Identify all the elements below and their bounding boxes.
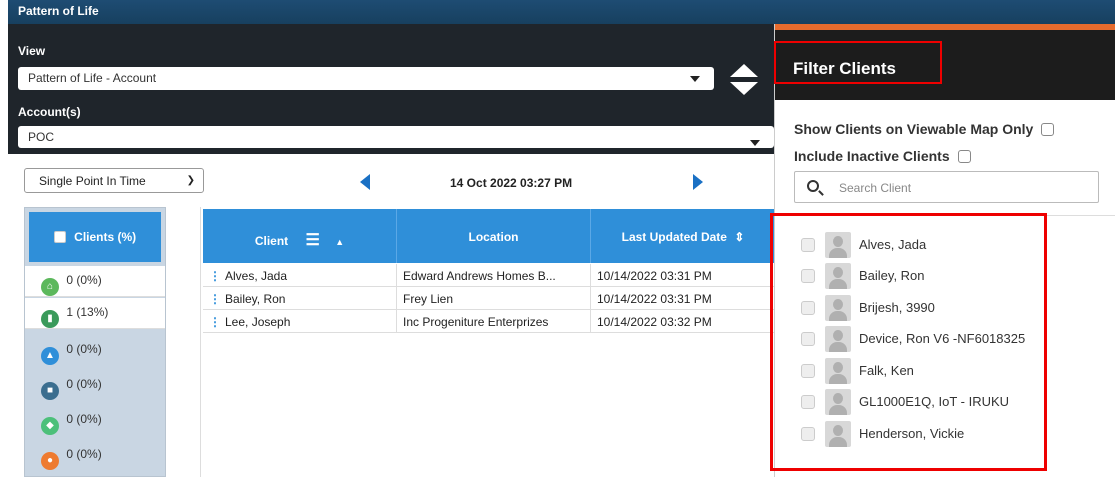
accounts-select[interactable]: POC xyxy=(18,126,774,148)
category-count: 1 (13%) xyxy=(66,305,109,319)
category-row[interactable]: ■ 0 (0%) xyxy=(25,370,165,401)
column-location-label: Location xyxy=(468,230,519,244)
table-row[interactable]: ⋮ Lee, Joseph Inc Progeniture Enterprizes… xyxy=(203,310,775,333)
category-row[interactable]: ▲ 0 (0%) xyxy=(25,335,165,366)
clients-percent-label: Clients (%) xyxy=(74,230,137,244)
category-count: 0 (0%) xyxy=(66,447,102,461)
cell-location: Inc Progeniture Enterprizes xyxy=(397,310,591,333)
category-row[interactable]: ⌂ 0 (0%) xyxy=(25,266,165,297)
column-header-location[interactable]: Location xyxy=(397,209,591,263)
cell-updated: 10/14/2022 03:32 PM xyxy=(597,315,712,329)
highlight-box-client-list xyxy=(770,213,1047,471)
graduation-cap-icon: ▲ xyxy=(41,347,59,365)
view-select[interactable]: Pattern of Life - Account xyxy=(18,67,714,90)
next-time-icon[interactable] xyxy=(693,174,703,190)
row-menu-icon[interactable]: ⋮ xyxy=(209,315,221,329)
tag-icon: ◆ xyxy=(41,417,59,435)
cell-client: ⋮ Bailey, Ron xyxy=(203,287,397,310)
category-count: 0 (0%) xyxy=(66,342,102,356)
accounts-select-value: POC xyxy=(28,130,55,144)
include-inactive-label: Include Inactive Clients xyxy=(794,148,950,164)
arrow-down-icon[interactable] xyxy=(730,82,758,95)
sort-up-icon[interactable]: ▲ xyxy=(335,237,344,247)
previous-time-icon[interactable] xyxy=(360,174,370,190)
pill-icon: ● xyxy=(41,452,59,470)
cell-updated: 10/14/2022 03:31 PM xyxy=(597,269,712,283)
accounts-label: Account(s) xyxy=(18,105,81,119)
cell-client: ⋮ Lee, Joseph xyxy=(203,310,397,333)
chevron-down-icon: ❯ xyxy=(186,175,195,186)
column-client-label: Client xyxy=(254,234,289,248)
row-menu-icon[interactable]: ⋮ xyxy=(209,292,221,306)
include-inactive-option[interactable]: Include Inactive Clients xyxy=(794,148,971,164)
column-header-updated[interactable]: Last Updated Date ⇕ xyxy=(591,209,775,263)
window-title: Pattern of Life xyxy=(8,0,1115,24)
category-row[interactable]: ◆ 0 (0%) xyxy=(25,405,165,436)
client-name: Bailey, Ron xyxy=(225,292,286,306)
search-client-input[interactable]: Search Client xyxy=(794,171,1099,203)
view-header-panel: View Pattern of Life - Account Account(s… xyxy=(8,24,774,154)
current-date: 14 Oct 2022 03:27 PM xyxy=(450,176,573,190)
client-name: Alves, Jada xyxy=(225,269,288,283)
client-name: Lee, Joseph xyxy=(225,315,291,329)
column-updated-label: Last Updated Date xyxy=(621,230,727,244)
select-all-checkbox[interactable] xyxy=(53,231,66,243)
category-count: 0 (0%) xyxy=(66,377,102,391)
chevron-down-icon xyxy=(690,76,700,82)
table-row[interactable]: ⋮ Bailey, Ron Frey Lien 10/14/2022 03:31 … xyxy=(203,287,775,310)
search-placeholder: Search Client xyxy=(839,181,912,195)
clients-percent-header[interactable]: Clients (%) xyxy=(29,212,161,262)
view-select-value: Pattern of Life - Account xyxy=(28,71,157,85)
home-icon: ⌂ xyxy=(41,278,59,296)
cell-location: Edward Andrews Homes B... xyxy=(397,264,591,287)
table-row[interactable]: ⋮ Alves, Jada Edward Andrews Homes B... 1… xyxy=(203,264,775,287)
show-viewable-checkbox[interactable] xyxy=(1041,123,1055,136)
highlight-box-title xyxy=(774,41,942,84)
building-icon: ▮ xyxy=(41,310,59,328)
row-menu-icon[interactable]: ⋮ xyxy=(209,269,221,283)
time-mode-value: Single Point In Time xyxy=(39,174,146,188)
category-column: Clients (%) ⌂ 0 (0%) ▮ 1 (13%) ▲ 0 (0%) … xyxy=(24,207,166,477)
sort-arrows-icon[interactable] xyxy=(730,64,760,98)
cell-client: ⋮ Alves, Jada xyxy=(203,264,397,287)
include-inactive-checkbox[interactable] xyxy=(957,150,971,163)
arrow-up-icon[interactable] xyxy=(730,64,758,77)
pattern-of-life-app: Pattern of Life View Pattern of Life - A… xyxy=(0,0,1115,477)
filter-icon[interactable]: ☰ xyxy=(306,232,320,249)
view-label: View xyxy=(18,44,46,58)
show-viewable-label: Show Clients on Viewable Map Only xyxy=(794,121,1034,137)
table-header: Client ☰ ▲ Location Last Updated Date ⇕ xyxy=(203,209,775,263)
time-mode-select[interactable]: Single Point In Time ❯ xyxy=(24,168,204,193)
category-row[interactable]: ▮ 1 (13%) xyxy=(25,298,165,329)
category-row[interactable]: ● 0 (0%) xyxy=(25,440,165,471)
show-viewable-option[interactable]: Show Clients on Viewable Map Only xyxy=(794,121,1055,137)
sort-icon[interactable]: ⇕ xyxy=(734,230,744,244)
category-count: 0 (0%) xyxy=(66,412,102,426)
clients-table: Client ☰ ▲ Location Last Updated Date ⇕ … xyxy=(200,207,775,477)
search-icon xyxy=(807,180,819,192)
cell-updated: 10/14/2022 03:31 PM xyxy=(597,292,712,306)
category-count: 0 (0%) xyxy=(66,273,102,287)
chevron-down-icon xyxy=(750,140,760,146)
column-header-client[interactable]: Client ☰ ▲ xyxy=(203,209,397,263)
cell-location: Frey Lien xyxy=(397,287,591,310)
shopping-bag-icon: ■ xyxy=(41,382,59,400)
